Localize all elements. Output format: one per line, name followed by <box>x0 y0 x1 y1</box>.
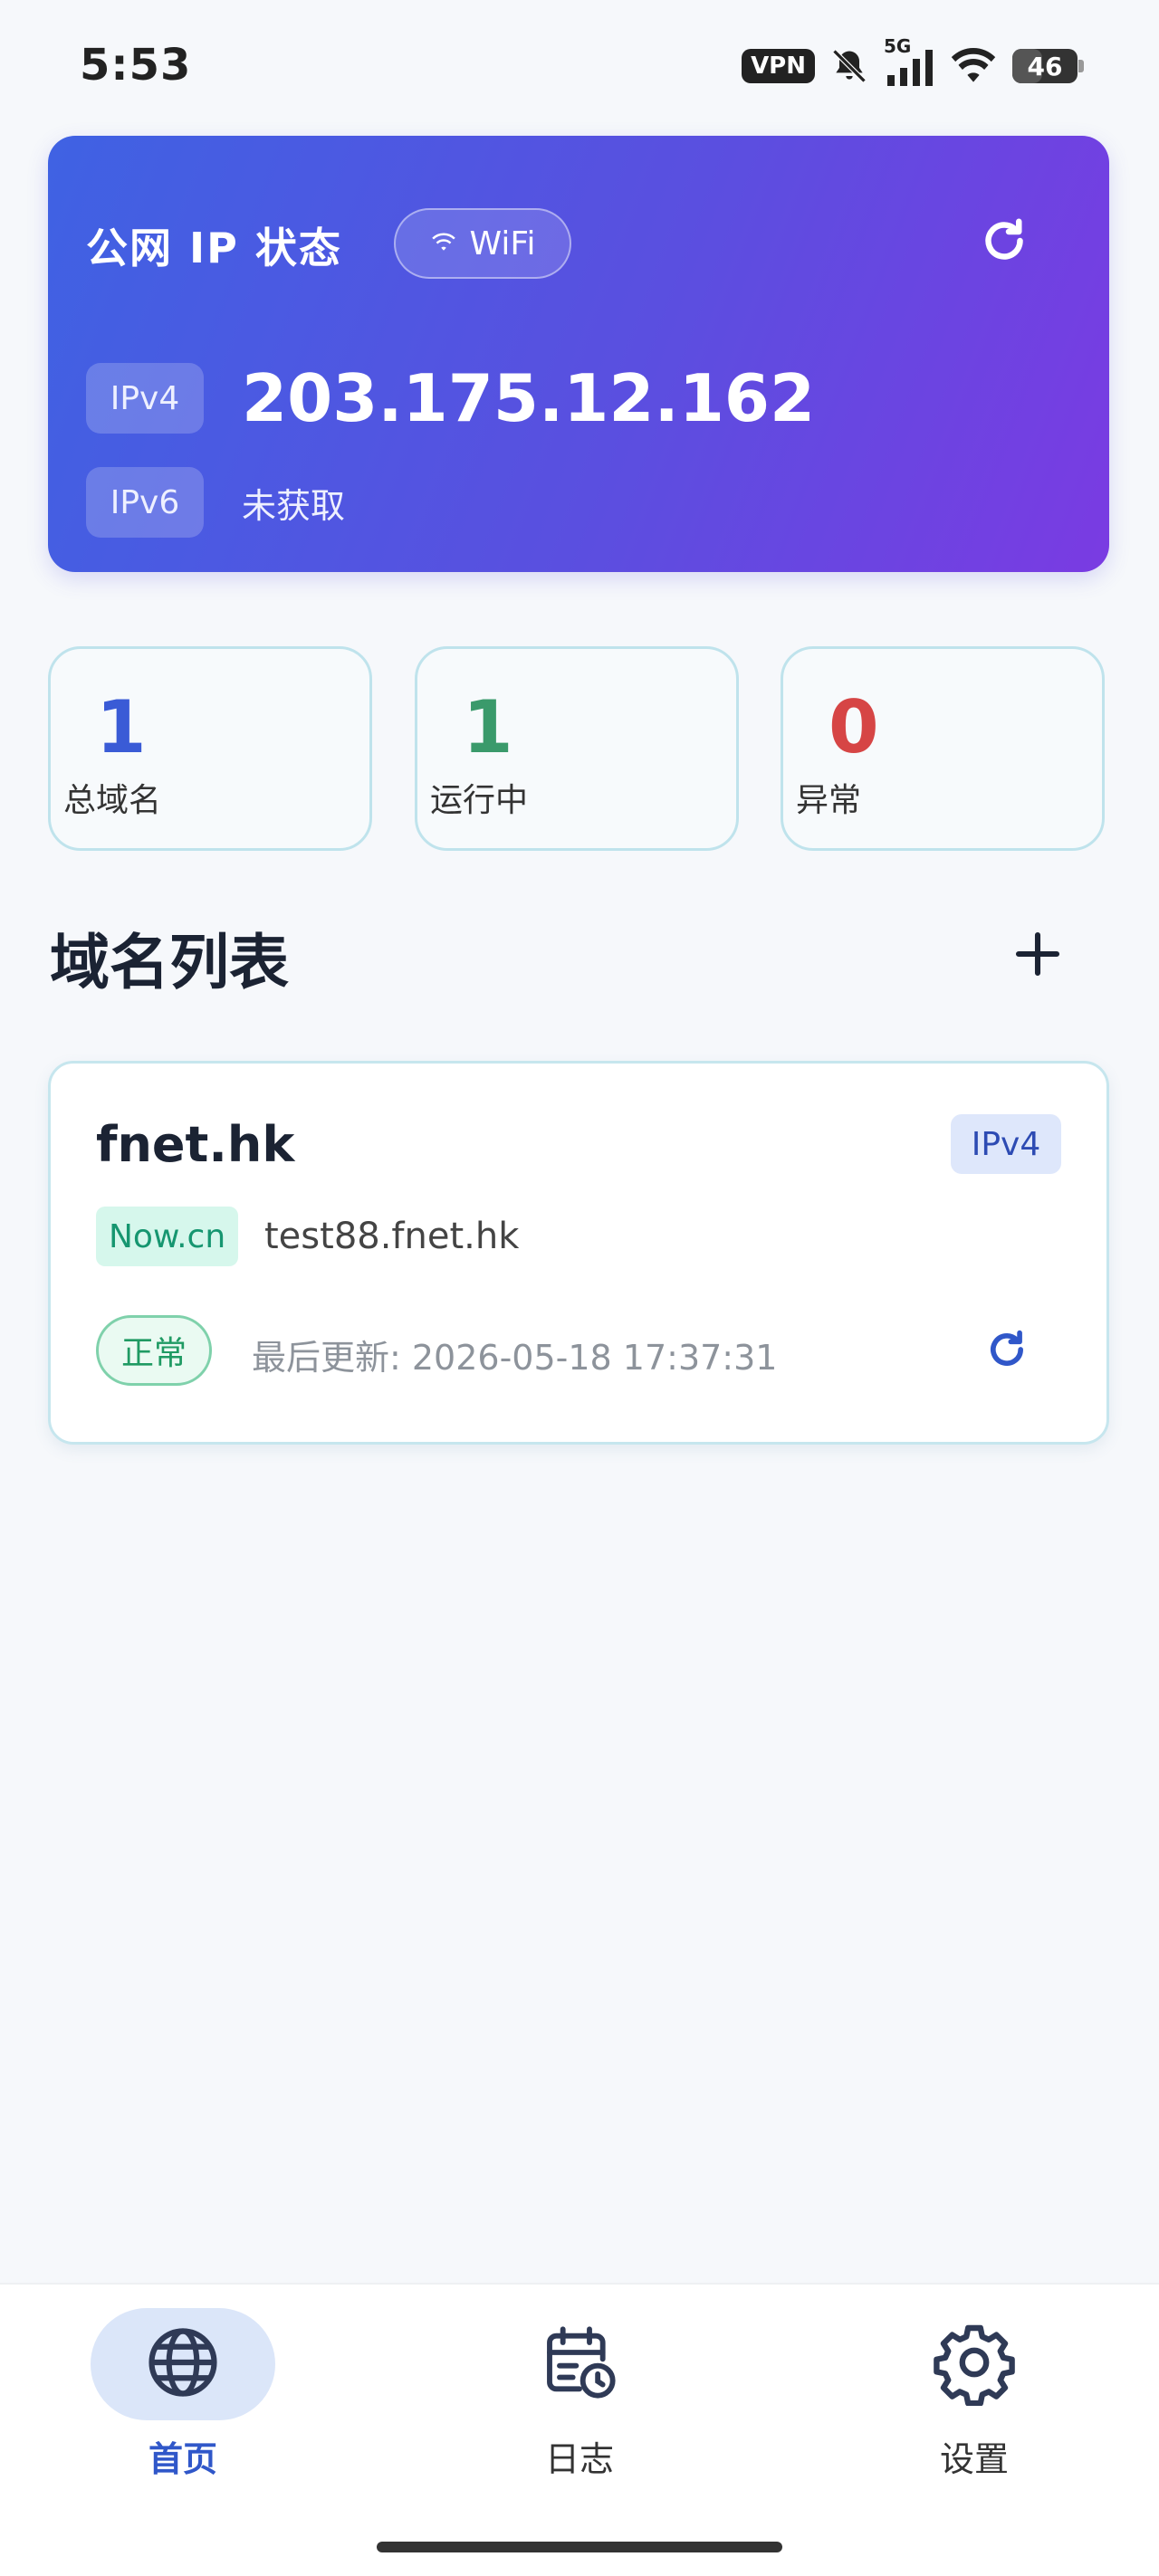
stat-total-domains: 1 总域名 <box>48 646 372 851</box>
refresh-ip-button[interactable] <box>972 210 1037 275</box>
battery-icon: 46 <box>1012 49 1084 83</box>
vpn-badge: VPN <box>742 49 815 83</box>
gear-icon <box>931 2319 1018 2409</box>
public-ip-card: 公网 IP 状态 WiFi IPv4 203.175.12.162 IPv6 未… <box>48 136 1109 572</box>
status-bar: 5:53 VPN 5G 46 <box>0 0 1159 136</box>
nav-label-home: 首页 <box>148 2439 217 2479</box>
refresh-icon <box>983 1326 1030 1377</box>
nav-icon-container <box>882 2308 1067 2420</box>
ipv6-row: IPv6 未获取 <box>86 467 345 538</box>
ip-card-title: 公网 IP 状态 <box>86 224 342 272</box>
stat-value: 0 <box>829 685 879 769</box>
ipv4-tag: IPv4 <box>86 363 204 434</box>
refresh-icon <box>977 214 1031 272</box>
stat-label: 异常 <box>796 782 862 819</box>
stat-value: 1 <box>463 685 513 769</box>
ipv4-row: IPv4 203.175.12.162 <box>86 360 815 436</box>
ipv6-address: 未获取 <box>242 485 346 526</box>
refresh-domain-button[interactable] <box>980 1324 1034 1379</box>
stat-value: 1 <box>96 685 147 769</box>
domain-list-title: 域名列表 <box>50 928 289 997</box>
connection-type-badge: WiFi <box>394 208 571 279</box>
nav-label-settings: 设置 <box>939 2439 1009 2479</box>
wifi-status-icon <box>949 46 998 86</box>
ipv4-address: 203.175.12.162 <box>242 360 816 436</box>
status-icons: VPN 5G 46 <box>742 35 1084 89</box>
nav-item-logs[interactable]: 日志 <box>462 2308 697 2481</box>
domain-name: fnet.hk <box>96 1116 295 1173</box>
nav-item-home[interactable]: 首页 <box>65 2308 301 2481</box>
nav-icon-container <box>487 2308 672 2420</box>
status-badge: 正常 <box>96 1315 212 1386</box>
home-indicator <box>377 2542 782 2552</box>
stat-label: 运行中 <box>430 782 529 819</box>
host-name: test88.fnet.hk <box>264 1216 520 1257</box>
battery-level: 46 <box>1027 51 1063 81</box>
cellular-signal-icon: 5G <box>884 35 934 86</box>
nav-item-settings[interactable]: 设置 <box>857 2308 1092 2481</box>
nav-icon-container <box>91 2308 275 2420</box>
network-type: 5G <box>884 35 912 57</box>
bottom-navigation: 首页 日志 设置 <box>0 2283 1159 2576</box>
globe-icon <box>141 2321 225 2408</box>
stat-errors: 0 异常 <box>781 646 1105 851</box>
nav-label-logs: 日志 <box>544 2439 614 2479</box>
wifi-icon <box>430 225 457 262</box>
add-domain-button[interactable] <box>1003 921 1072 990</box>
calendar-clock-icon <box>540 2323 619 2406</box>
provider-badge: Now.cn <box>96 1207 239 1266</box>
status-time: 5:53 <box>80 40 192 91</box>
connection-type-label: WiFi <box>469 224 536 262</box>
plus-icon <box>1012 929 1063 983</box>
ip-type-badge: IPv4 <box>951 1114 1061 1174</box>
bell-muted-icon <box>829 46 869 86</box>
last-updated: 最后更新: 2026-05-18 17:37:31 <box>252 1338 778 1378</box>
stat-running: 1 运行中 <box>415 646 739 851</box>
ipv6-tag: IPv6 <box>86 467 204 538</box>
stat-label: 总域名 <box>63 782 162 819</box>
domain-card[interactable]: fnet.hk IPv4 Now.cn test88.fnet.hk 正常 最后… <box>48 1061 1109 1445</box>
